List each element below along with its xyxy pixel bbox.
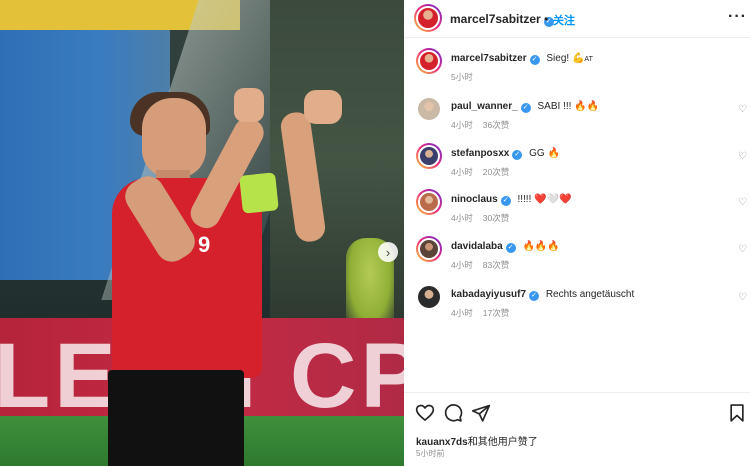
player-figure: 9 — [100, 86, 350, 466]
austria-flag: AT — [584, 56, 593, 63]
comment-meta: 4小时 36次赞 — [451, 119, 509, 131]
post-actions: kauanx7ds和其他用户赞了 5小时前 — [404, 392, 750, 466]
post-caption: marcel7sabitzer ✓ Sieg! 💪AT 5小时 — [404, 48, 750, 92]
heart-icon[interactable]: ♡ — [738, 151, 747, 162]
caption-text: Sieg! — [546, 53, 570, 64]
comment-likes[interactable]: 36次赞 — [483, 120, 509, 130]
separator-dot: • — [544, 12, 549, 26]
bookmark-icon[interactable] — [727, 403, 747, 423]
comment-likes[interactable]: 30次赞 — [483, 213, 509, 223]
comment-text: !!!!! — [517, 194, 532, 205]
liked-by-user[interactable]: kauanx7ds — [416, 437, 468, 448]
comment-line: ninoclaus ✓ !!!!! ❤️🤍❤️ — [451, 194, 572, 206]
comment-line: stefanposxx ✓ GG 🔥 — [451, 148, 560, 160]
comment-likes[interactable]: 17次赞 — [483, 308, 509, 318]
caption-time: 5小时 — [451, 71, 473, 83]
comment-avatar[interactable] — [416, 143, 442, 169]
player-shorts — [108, 370, 244, 466]
comment-username[interactable]: davidalaba — [451, 241, 503, 252]
comment-likes[interactable]: 20次赞 — [483, 167, 509, 177]
heart-icon[interactable]: ♡ — [738, 197, 747, 208]
liked-by-line: kauanx7ds和其他用户赞了 — [416, 433, 538, 448]
comment-username[interactable]: kabadayiyusuf7 — [451, 289, 526, 300]
comment-time: 4小时 — [451, 167, 473, 177]
like-heart-icon[interactable] — [415, 403, 435, 423]
author-username[interactable]: marcel7sabitzer ✓ — [450, 12, 554, 27]
comment-time: 4小时 — [451, 120, 473, 130]
share-send-icon[interactable] — [471, 403, 491, 423]
comment-time: 4小时 — [451, 260, 473, 270]
comment-username[interactable]: ninoclaus — [451, 194, 498, 205]
comment-text: GG — [529, 148, 545, 159]
verified-icon: ✓ — [529, 55, 540, 65]
verified-icon: ✓ — [512, 150, 523, 160]
comment-item: stefanposxx ✓ GG 🔥 4小时 20次赞 ♡ — [404, 143, 750, 187]
comment-item: ninoclaus ✓ !!!!! ❤️🤍❤️ 4小时 30次赞 ♡ — [404, 189, 750, 233]
player-left-fist — [234, 88, 264, 122]
caption-username[interactable]: marcel7sabitzer — [451, 53, 527, 64]
comment-likes[interactable]: 83次赞 — [483, 260, 509, 270]
author-username-text[interactable]: marcel7sabitzer — [450, 12, 541, 26]
post-header: marcel7sabitzer ✓ • 关注 ··· — [404, 0, 750, 38]
comment-time: 4小时 — [451, 308, 473, 318]
comment-time: 4小时 — [451, 213, 473, 223]
next-photo-button[interactable]: › — [378, 242, 398, 262]
flexed-biceps-emoji: 💪 — [571, 53, 585, 64]
comment-meta: 4小时 30次赞 — [451, 212, 509, 224]
verified-icon: ✓ — [505, 243, 516, 253]
player-right-fist — [304, 90, 342, 124]
comment-item: kabadayiyusuf7 ✓ Rechts angetäuscht 4小时 17… — [404, 284, 750, 328]
hearts-emoji: ❤️🤍❤️ — [534, 194, 572, 205]
chevron-right-icon: › — [385, 244, 391, 260]
heart-icon[interactable]: ♡ — [738, 244, 747, 255]
heart-icon[interactable]: ♡ — [738, 104, 747, 115]
comments-panel: marcel7sabitzer ✓ • 关注 ··· marcel7sabitze… — [404, 0, 750, 466]
more-options-icon[interactable]: ··· — [728, 8, 747, 26]
comment-line: davidalaba ✓ 🔥🔥🔥 — [451, 241, 560, 253]
comment-item: paul_wanner_ ✓ SABI !!! 🔥🔥 4小时 36次赞 ♡ — [404, 96, 750, 140]
comment-avatar[interactable] — [416, 236, 442, 262]
comment-bubble-icon[interactable] — [443, 403, 463, 423]
comment-text: Rechts angetäuscht — [545, 289, 635, 300]
caption-time-text: 5小时 — [451, 72, 473, 82]
author-avatar[interactable] — [414, 4, 442, 32]
captain-armband — [239, 172, 279, 214]
comment-meta: 4小时 83次赞 — [451, 259, 509, 271]
comment-line: kabadayiyusuf7 ✓ Rechts angetäuscht — [451, 289, 634, 301]
comment-avatar[interactable] — [416, 96, 442, 122]
comment-text: SABI !!! — [537, 101, 572, 112]
comment-item: davidalaba ✓ 🔥🔥🔥 4小时 83次赞 ♡ — [404, 236, 750, 280]
liked-by-rest[interactable]: 和其他用户赞了 — [468, 437, 538, 448]
comment-avatar[interactable] — [416, 284, 442, 310]
post-photo[interactable]: LEAN CP 9 › — [0, 0, 404, 466]
caption-line: marcel7sabitzer ✓ Sieg! 💪AT — [451, 53, 593, 65]
player-right-arm — [279, 110, 327, 244]
comment-meta: 4小时 17次赞 — [451, 307, 509, 319]
comment-line: paul_wanner_ ✓ SABI !!! 🔥🔥 — [451, 101, 599, 113]
jersey-number: 9 — [198, 232, 211, 257]
comment-avatar[interactable] — [416, 189, 442, 215]
fire-emoji: 🔥 — [547, 148, 560, 159]
comment-meta: 4小时 20次赞 — [451, 166, 509, 178]
fire-emoji: 🔥🔥 — [574, 101, 600, 112]
verified-icon: ✓ — [520, 103, 531, 113]
player-head — [142, 98, 206, 178]
follow-button[interactable]: 关注 — [553, 12, 575, 28]
fire-emoji: 🔥🔥🔥 — [522, 241, 560, 252]
caption-avatar[interactable] — [416, 48, 442, 74]
comment-username[interactable]: paul_wanner_ — [451, 101, 518, 112]
post-time: 5小时前 — [416, 449, 445, 458]
verified-icon: ✓ — [529, 291, 540, 301]
comment-username[interactable]: stefanposxx — [451, 148, 509, 159]
verified-icon: ✓ — [500, 196, 511, 206]
heart-icon[interactable]: ♡ — [738, 292, 747, 303]
